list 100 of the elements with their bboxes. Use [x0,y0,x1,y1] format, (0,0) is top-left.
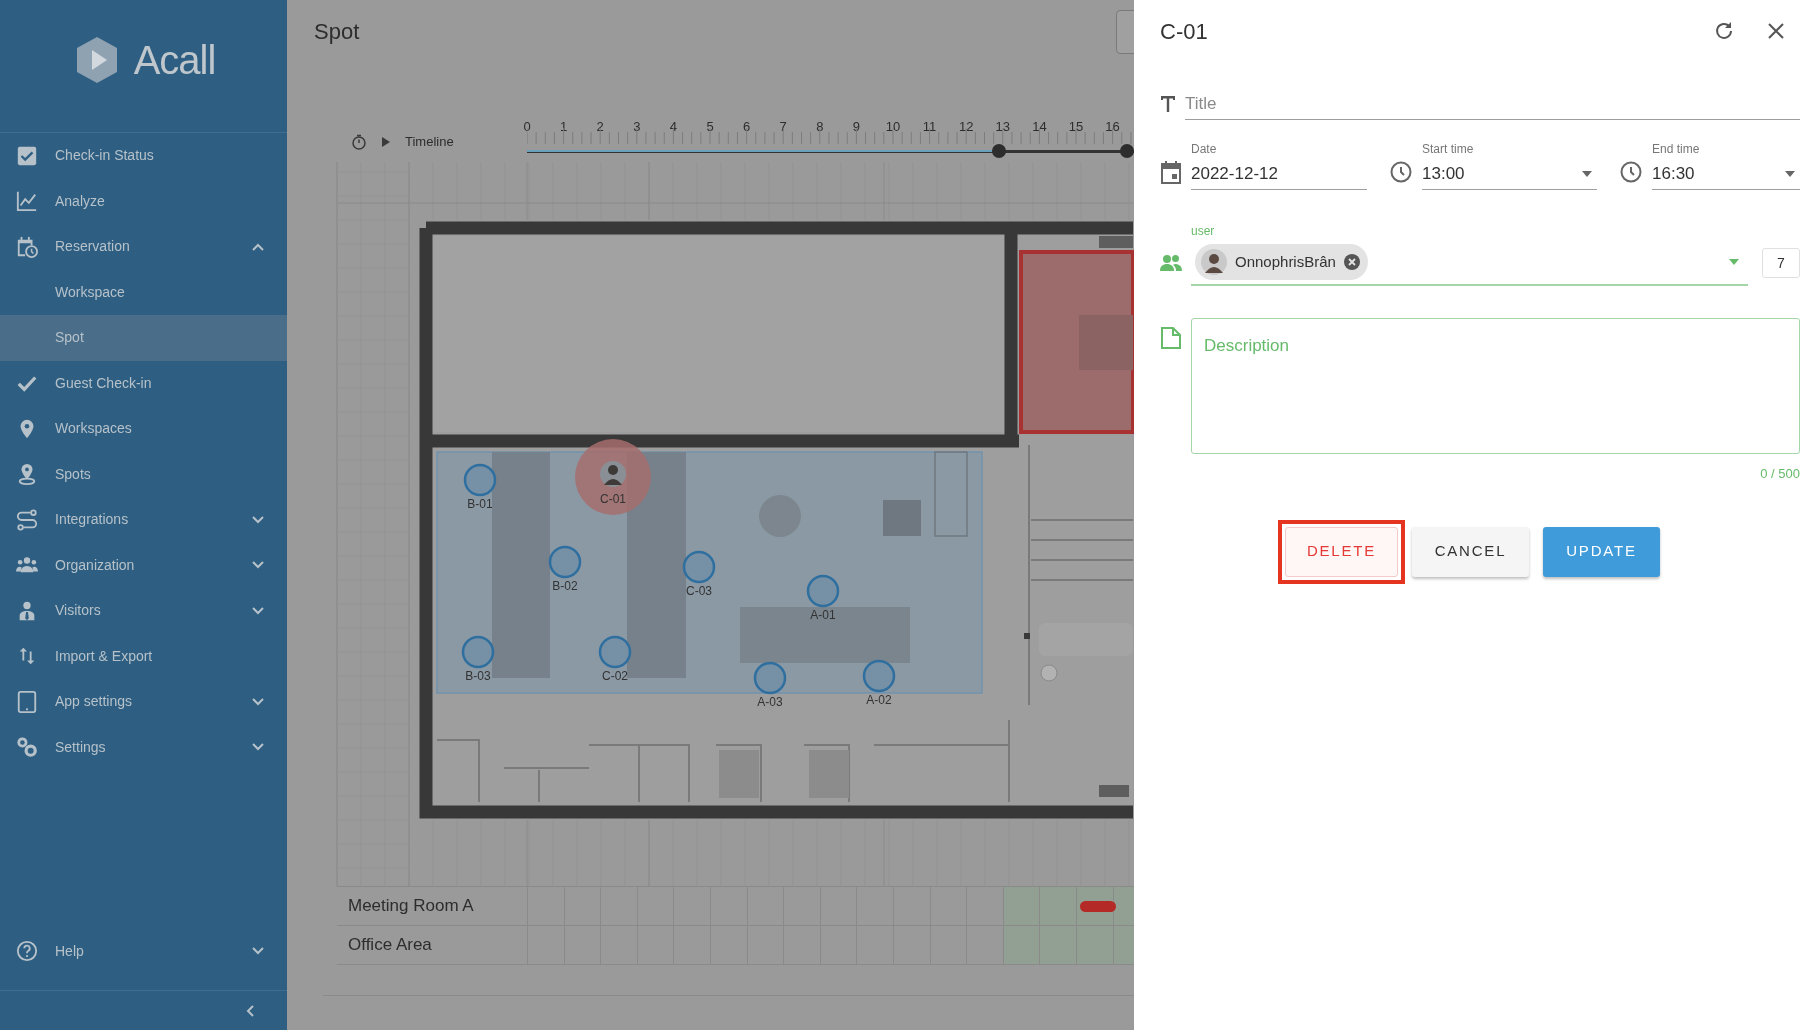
spot-marker[interactable] [753,661,787,695]
spot-label: B-02 [552,579,578,593]
hour-label: 10 [885,118,901,136]
sidebar-item[interactable]: Check-in Status [0,133,287,179]
spot-marker[interactable] [806,574,840,608]
spot-label: C-02 [602,669,628,683]
gear-icon [16,736,38,759]
caret-icon [1581,169,1593,178]
sidebar-item[interactable]: Import & Export [0,633,287,679]
hour-label: 9 [852,118,860,136]
description-field[interactable]: Description [1191,318,1800,454]
clock-icon [1389,160,1413,184]
booth [809,750,849,798]
field-label: user [1191,223,1216,240]
play-icon[interactable] [381,136,391,148]
hour-label: 5 [706,118,714,136]
spot-marker[interactable] [598,635,632,669]
sidebar-item[interactable]: Visitors [0,588,287,634]
sidebar-item[interactable]: Guest Check-in [0,360,287,406]
start-time-dropdown[interactable]: 13:00 [1422,158,1597,190]
sidebar-item[interactable]: Analyze [0,178,287,224]
sidebar-item[interactable]: Workspaces [0,406,287,452]
hour-label: 8 [816,118,824,136]
sidebar-item[interactable]: Reservation [0,224,287,270]
chevron-left-icon [245,1004,257,1017]
sidebar-subitem[interactable]: Workspace [0,269,287,315]
hour-label: 1 [560,118,568,136]
spot-marker[interactable] [548,545,582,579]
spot-label: C-01 [600,492,626,506]
room-furniture [1079,315,1133,370]
remove-icon[interactable] [1343,254,1360,270]
update-button[interactable]: UPDATE [1543,526,1660,577]
hour-label: 6 [743,118,751,136]
booking-bar[interactable] [1080,901,1116,912]
user-chip[interactable]: OnnophrisBrân [1195,244,1368,280]
spot-label: A-03 [757,695,783,709]
document-icon [1160,326,1182,350]
spot-marker[interactable] [575,439,651,515]
delete-button[interactable]: DELETE [1285,526,1398,577]
page-title: Spot [314,18,360,46]
spot-label: B-01 [467,497,493,511]
close-icon [1767,22,1785,40]
date-field[interactable]: 2022-12-12 [1191,158,1367,190]
spot-marker[interactable] [862,659,896,693]
hour-label: 16 [1105,118,1120,136]
stool [1040,664,1058,682]
panel-title: C-01 [1160,17,1208,46]
sidebar-subitem[interactable]: Spot [0,315,287,361]
booth [719,750,759,798]
hour-label: 12 [958,118,974,136]
help-icon [16,940,38,963]
timeline-handle[interactable] [992,144,1007,158]
field-label: End time [1652,141,1701,158]
vent [1099,785,1129,797]
hour-label: 2 [596,118,604,136]
end-time-dropdown[interactable]: 16:30 [1652,158,1800,190]
sidebar-item[interactable]: Integrations [0,497,287,543]
cancel-button[interactable]: CANCEL [1412,526,1529,577]
field-label: Start time [1422,141,1475,158]
tablet-icon [16,690,38,713]
calendar-icon [1160,160,1182,184]
hour-label: 4 [669,118,677,136]
sidebar-item[interactable]: App settings [0,679,287,725]
spot-label: A-02 [866,693,892,707]
user-select-field[interactable]: OnnophrisBrân [1191,240,1748,286]
sidebar-item[interactable]: Help [0,928,287,974]
spot-label: C-03 [686,584,712,598]
sidebar-item[interactable]: Spots [0,451,287,497]
sidebar-item[interactable]: Organization [0,542,287,588]
timeline-label: Timeline [405,133,454,152]
logo-text: Acall [133,37,216,84]
hour-label: 7 [779,118,787,136]
character-counter: 0 / 500 [1760,465,1800,483]
hour-label: 13 [995,118,1011,136]
pillar [1024,633,1030,639]
spot-marker[interactable] [461,635,495,669]
avatar [1201,249,1227,275]
clock-icon [1619,160,1643,184]
caret-icon [1728,258,1740,266]
checkbox-icon [16,144,38,167]
pin-icon [16,463,38,486]
calendar-icon [16,235,38,258]
hour-label: 3 [633,118,641,136]
people-icon [1160,254,1182,272]
hour-label: 0 [523,118,531,136]
route-icon [16,508,38,531]
hour-label: 14 [1032,118,1047,136]
room-name: Office Area [348,934,432,957]
room-name: Meeting Room A [348,895,474,918]
field-label: Date [1191,141,1218,158]
sidebar-item[interactable]: Settings [0,724,287,770]
user-count: 7 [1762,248,1800,278]
spot-marker[interactable] [463,463,497,497]
spot-marker[interactable] [682,550,716,584]
title-field[interactable]: Title [1185,88,1800,120]
hour-label: 11 [922,118,937,136]
timeline-handle[interactable] [1120,144,1134,158]
chart-icon [16,190,38,213]
stopwatch-icon[interactable] [351,134,367,150]
spot-label: B-03 [465,669,491,683]
